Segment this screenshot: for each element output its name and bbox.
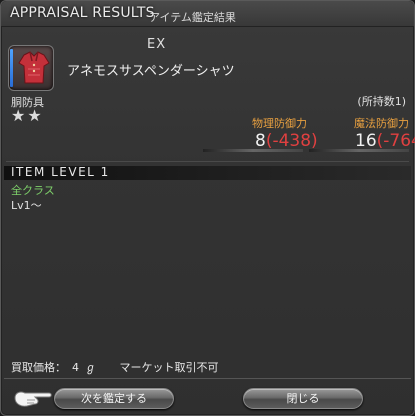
- title-bar[interactable]: APPRAISAL RESULTS アイテム鑑定結果: [1, 1, 414, 27]
- close-button[interactable]: 閉じる: [243, 388, 363, 409]
- market-status: マーケット取引不可: [119, 361, 219, 374]
- window-subtitle: アイテム鑑定結果: [149, 11, 236, 24]
- item-tag-label: EX: [147, 37, 167, 52]
- section-divider: [6, 161, 409, 162]
- physical-defense-label: 物理防御力: [252, 117, 307, 130]
- physical-defense-diff: (-438): [265, 131, 318, 151]
- magic-defense-number: 16: [355, 131, 377, 151]
- item-name: アネモスサスペンダーシャツ: [67, 64, 235, 79]
- item-level: ITEM LEVEL 1: [11, 165, 110, 179]
- hand-pointer-icon: [14, 391, 52, 407]
- footer-divider: [4, 378, 411, 379]
- equippable-classes: 全クラス: [11, 184, 55, 197]
- sell-price-value: 4: [72, 361, 79, 374]
- red-shirt-icon: [18, 51, 50, 84]
- magic-defense-underline: [309, 149, 409, 152]
- physical-defense-number: 8: [255, 131, 266, 151]
- appraise-next-button[interactable]: 次を鑑定する: [54, 388, 174, 409]
- magic-defense-value: 16(-764): [355, 131, 415, 151]
- physical-defense-value: 8(-438): [255, 131, 318, 151]
- window-title: APPRAISAL RESULTS: [10, 5, 155, 21]
- owned-count: (所持数1): [357, 95, 406, 108]
- appraisal-window: APPRAISAL RESULTS アイテム鑑定結果 EX アネモスサスペンダー…: [0, 0, 415, 416]
- required-level: Lv1～: [11, 199, 42, 212]
- physical-defense-underline: [203, 149, 303, 152]
- sell-price-label: 買取価格：: [11, 361, 66, 374]
- item-stars: ★★: [11, 106, 44, 125]
- item-quality-stripe: [10, 49, 13, 87]
- magic-defense-label: 魔法防御力: [354, 117, 409, 130]
- magic-defense-diff: (-764): [376, 131, 415, 151]
- price-line: 買取価格： 4 ℊ マーケット取引不可: [11, 359, 225, 375]
- gil-icon: ℊ: [85, 361, 96, 374]
